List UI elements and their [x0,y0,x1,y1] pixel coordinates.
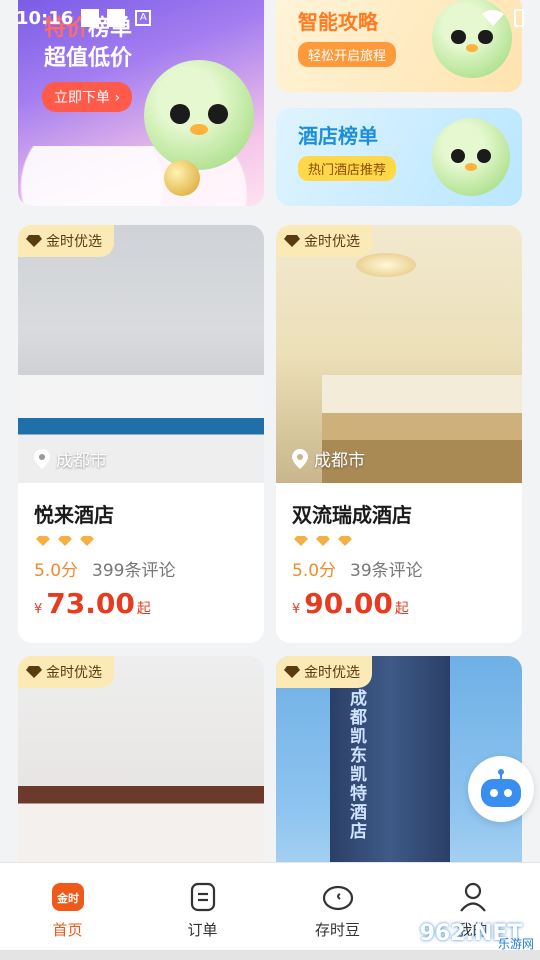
notification-icon [81,9,100,27]
status-bar: 10:16 A [0,0,540,36]
diamond-rating-icon [80,536,94,546]
diamond-rating-icon [316,536,330,546]
battery-icon [514,9,524,27]
hotel-card[interactable]: 金时优选 [18,656,264,886]
hotel-name: 双流瑞成酒店 [292,503,412,527]
bed-decoration [18,786,264,866]
site-watermark: 962.NET 乐游网 [402,912,540,954]
banner-tag: 轻松开启旅程 [298,42,397,67]
piggy-bank-icon [321,881,355,913]
status-time: 10:16 [16,7,74,29]
hotel-card[interactable]: 金时优选 成都市 悦来酒店 5.0分 399条评论 ¥ 73.00 起 [18,225,264,643]
keyboard-indicator-icon: A [135,10,152,26]
home-logo-icon: 金时 [51,881,85,913]
gold-select-badge: 金时优选 [276,656,372,688]
user-icon [456,881,490,913]
banner-title: 酒店榜单 [298,124,378,148]
building-sign: 成都凯东凯特酒店 [350,689,367,842]
tab-home[interactable]: 金时 首页 [0,863,135,950]
diamond-icon [284,666,300,678]
hotel-photo: 金时优选 [18,656,264,886]
diamond-rating-icon [294,536,308,546]
location-pin-icon [292,448,308,469]
hotel-meta: 5.0分 399条评论 [18,546,264,581]
tab-label: 订单 [187,921,218,939]
diamond-rating-icon [36,536,50,546]
ai-assistant-button[interactable] [468,756,534,822]
hotel-rating-diamonds [18,528,264,546]
gold-ball-decoration [164,160,200,196]
diamond-rating-icon [58,536,72,546]
svg-text:金时: 金时 [56,891,79,905]
hotel-price: ¥ 90.00 起 [292,587,409,620]
diamond-icon [26,666,42,678]
hotel-photo: 金时优选 成都市 [276,225,522,483]
gold-select-badge: 金时优选 [18,225,114,257]
tab-label: 存时豆 [314,921,360,939]
tab-savings[interactable]: 存时豆 [270,863,405,950]
tab-label: 首页 [52,921,83,939]
banner-subtitle: 超值低价 [44,46,133,71]
diamond-rating-icon [338,536,352,546]
diamond-icon [284,235,300,247]
hotel-card[interactable]: 金时优选 成都市 双流瑞成酒店 5.0分 39条评论 ¥ 90.00 起 [276,225,522,643]
hotel-rating-diamonds [276,528,522,546]
mascot-image [432,118,510,196]
building-decoration [330,656,450,886]
chandelier-decoration [356,253,416,277]
mascot-image [144,60,254,170]
hotel-location: 成都市 [292,446,365,471]
hotel-reviews: 39条评论 [350,561,423,581]
hotel-name: 悦来酒店 [34,503,114,527]
gold-select-badge: 金时优选 [276,225,372,257]
hotel-location: 成都市 [34,446,107,471]
hotel-price: ¥ 73.00 起 [34,587,151,620]
diamond-icon [26,235,42,247]
order-list-icon [186,881,220,913]
hotel-score: 5.0分 [34,561,79,581]
location-pin-icon [34,448,50,469]
notification-icon [107,9,126,27]
hotel-score: 5.0分 [292,561,337,581]
hotel-reviews: 399条评论 [92,561,176,581]
robot-icon [481,769,521,807]
tab-orders[interactable]: 订单 [135,863,270,950]
hotel-photo: 金时优选 成都市 [18,225,264,483]
banner-tag: 热门酒店推荐 [298,156,397,181]
watermark-subtext: 乐游网 [497,937,534,951]
promo-banner-hotel-ranking[interactable]: 酒店榜单 热门酒店推荐 [276,108,522,206]
wifi-icon [482,10,504,26]
gold-select-badge: 金时优选 [18,656,114,688]
order-now-button[interactable]: 立即下单 › [42,82,133,112]
hotel-meta: 5.0分 39条评论 [276,546,522,581]
